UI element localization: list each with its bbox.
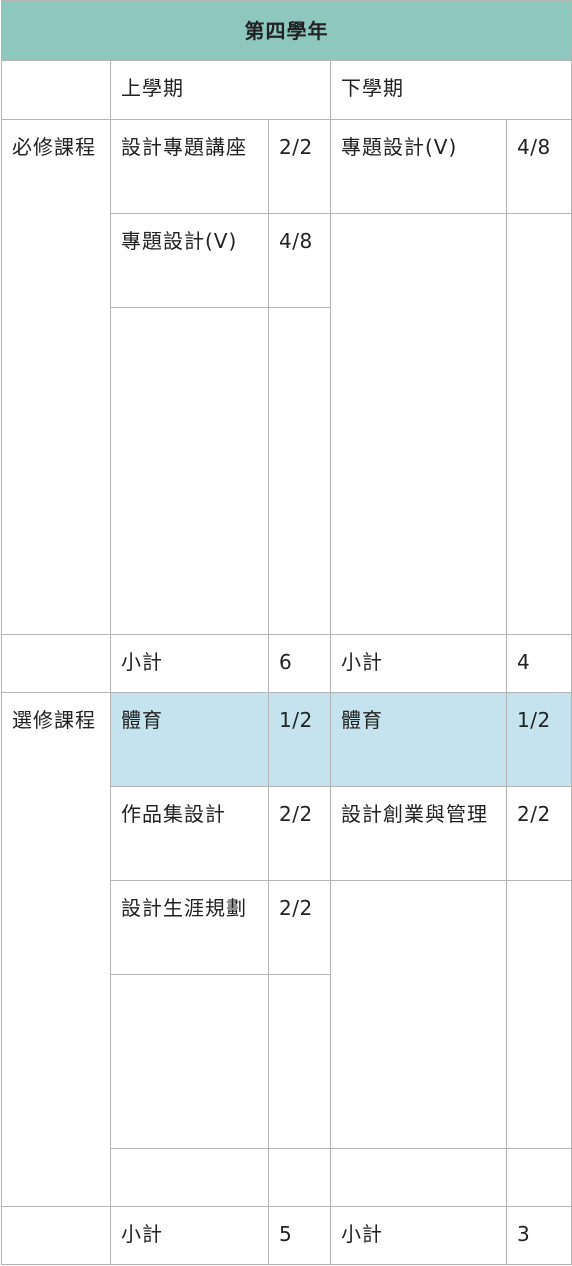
empty-corner-cell — [1, 60, 111, 120]
course-name: 專題設計(V) — [330, 119, 507, 214]
course-name: 體育 — [110, 692, 269, 787]
empty-cell — [1, 1206, 111, 1265]
first-semester-header: 上學期 — [110, 60, 331, 120]
empty-cell — [506, 880, 572, 1149]
course-credits: 4/8 — [506, 119, 572, 214]
subtotal-label: 小計 — [330, 1206, 507, 1265]
table-row: 選修課程 體育 1/2 體育 1/2 — [1, 692, 572, 1207]
course-name: 設計專題講座 — [110, 119, 269, 214]
course-credits: 2/2 — [268, 880, 331, 975]
course-name: 設計生涯規劃 — [110, 880, 269, 975]
empty-cell — [110, 1148, 269, 1207]
course-name: 設計創業與管理 — [330, 786, 507, 881]
empty-cell — [330, 213, 507, 635]
required-category-label: 必修課程 — [1, 119, 111, 635]
empty-cell — [330, 880, 507, 1149]
subtotal-label: 小計 — [110, 1206, 269, 1265]
elective-category-label: 選修課程 — [1, 692, 111, 1207]
course-name: 專題設計(V) — [110, 213, 269, 308]
empty-cell — [268, 1148, 331, 1207]
subtotal-value: 4 — [506, 634, 572, 693]
empty-cell — [110, 974, 269, 1149]
empty-cell — [330, 1148, 507, 1207]
curriculum-table: 第四學年 上學期 下學期 必修課程 設計專題講座 2/2 專題設計(V) 4/8… — [1, 0, 572, 1265]
empty-cell — [268, 307, 331, 635]
subtotal-value: 5 — [268, 1206, 331, 1265]
empty-cell — [110, 307, 269, 635]
year-title: 第四學年 — [1, 0, 572, 61]
subtotal-row: 小計 5 小計 3 — [1, 1206, 572, 1265]
course-name: 體育 — [330, 692, 507, 787]
course-name: 作品集設計 — [110, 786, 269, 881]
empty-cell — [268, 974, 331, 1149]
subtotal-value: 3 — [506, 1206, 572, 1265]
course-credits: 2/2 — [268, 786, 331, 881]
empty-cell — [1, 634, 111, 693]
second-semester-header: 下學期 — [330, 60, 572, 120]
course-credits: 2/2 — [506, 786, 572, 881]
subtotal-value: 6 — [268, 634, 331, 693]
title-row: 第四學年 — [1, 0, 572, 61]
subtotal-label: 小計 — [110, 634, 269, 693]
table-row: 必修課程 設計專題講座 2/2 專題設計(V) 4/8 — [1, 119, 572, 635]
empty-cell — [506, 213, 572, 635]
course-credits: 4/8 — [268, 213, 331, 308]
subtotal-row: 小計 6 小計 4 — [1, 634, 572, 693]
subtotal-label: 小計 — [330, 634, 507, 693]
course-credits: 2/2 — [268, 119, 331, 214]
empty-cell — [506, 1148, 572, 1207]
semester-header-row: 上學期 下學期 — [1, 60, 572, 120]
course-credits: 1/2 — [268, 692, 331, 787]
course-credits: 1/2 — [506, 692, 572, 787]
